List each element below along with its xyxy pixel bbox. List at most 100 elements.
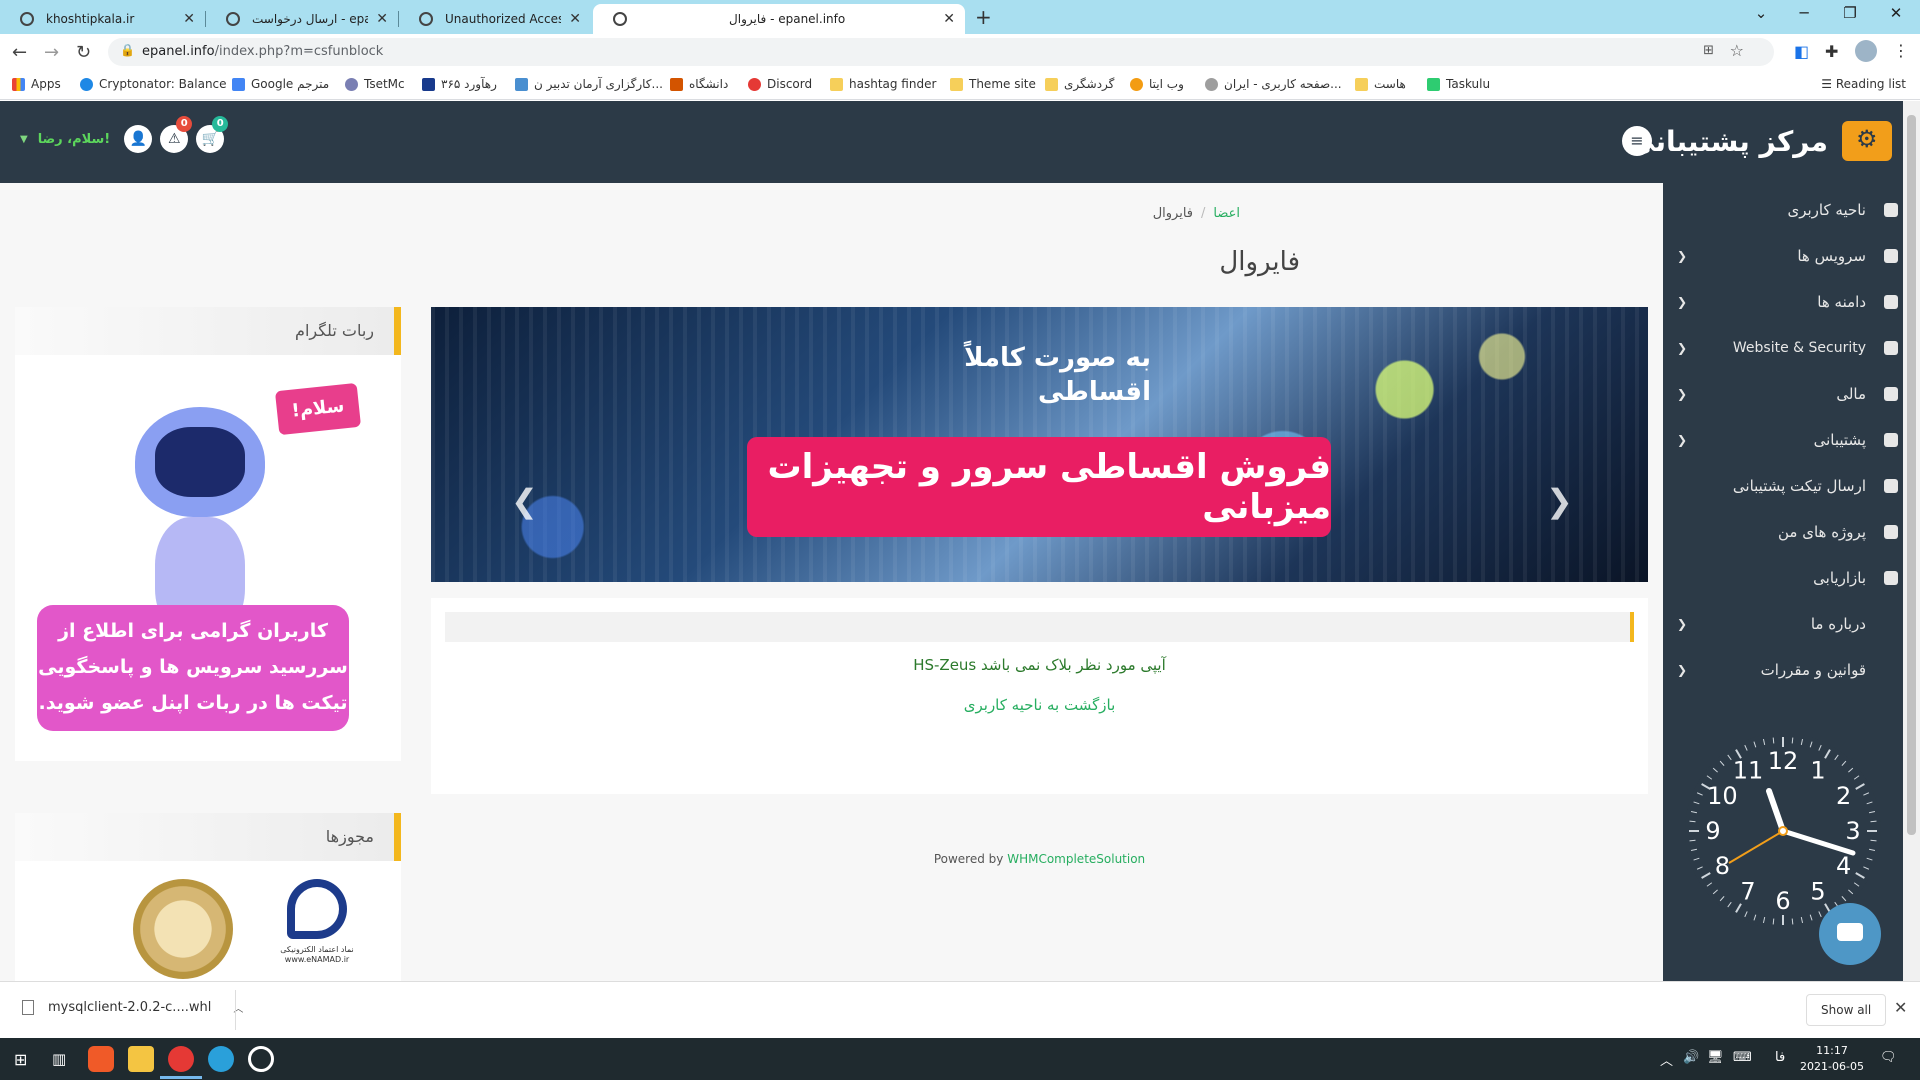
reading-list-button[interactable]: ☰ Reading list bbox=[1821, 77, 1906, 91]
profile-avatar[interactable] bbox=[1855, 40, 1877, 62]
back-icon[interactable]: ← bbox=[12, 42, 27, 63]
bookmark-item[interactable]: TsetMc bbox=[345, 77, 405, 91]
window-close-button[interactable]: ✕ bbox=[1873, 4, 1919, 22]
tab-firewall[interactable]: فایروال - epanel.info ✕ bbox=[593, 4, 965, 34]
chrome-menu-icon[interactable]: ⋮ bbox=[1893, 41, 1909, 60]
taskbar-date[interactable]: 2021-06-05 bbox=[1796, 1060, 1868, 1073]
sidebar-item-affiliates[interactable]: بازاریابی bbox=[1663, 555, 1920, 601]
language-indicator[interactable]: فا bbox=[1775, 1050, 1785, 1065]
sidebar-item-open-ticket[interactable]: ارسال تیکت پشتیبانی bbox=[1663, 463, 1920, 509]
brave-browser-icon[interactable] bbox=[88, 1046, 114, 1072]
translate-extension-icon[interactable]: ◧ bbox=[1794, 42, 1809, 61]
close-icon[interactable]: ✕ bbox=[943, 11, 955, 27]
promo-carousel[interactable]: به صورت کاملاً اقساطی فروش اقساطی سرور و… bbox=[431, 307, 1648, 582]
page-scrollbar[interactable] bbox=[1903, 101, 1920, 981]
notifications-icon[interactable]: 🗨 bbox=[1880, 1050, 1897, 1065]
bookmark-item[interactable]: Discord bbox=[748, 77, 812, 91]
bookmark-item[interactable]: کارگزاری آرمان تدبیر ن... bbox=[515, 77, 663, 91]
bookmark-folder[interactable]: Theme site bbox=[950, 77, 1036, 91]
tab-unauthorized[interactable]: Unauthorized Access ✕ bbox=[399, 4, 591, 34]
bookmark-item[interactable]: وب ایتا bbox=[1130, 77, 1184, 91]
chevron-left-icon: ❯ bbox=[1677, 295, 1688, 309]
live-chat-icon[interactable] bbox=[1819, 903, 1881, 965]
task-view-icon[interactable]: ▥ bbox=[52, 1050, 66, 1068]
samandehi-seal-icon[interactable] bbox=[133, 879, 233, 979]
close-icon[interactable]: ✕ bbox=[376, 11, 388, 27]
bookmark-item[interactable]: صفحه کاربری - ایران... bbox=[1205, 77, 1342, 91]
alert-badge: 0 bbox=[176, 116, 193, 132]
chevron-up-icon[interactable]: ︿ bbox=[1660, 1050, 1673, 1069]
back-to-client-area-link[interactable]: بازگشت به ناحیه کاربری bbox=[431, 696, 1648, 714]
bookmark-star-icon[interactable]: ☆ bbox=[1730, 41, 1744, 60]
breadcrumb-home-link[interactable]: اعضا bbox=[1213, 206, 1240, 221]
url-text: epanel.info/index.php?m=csfunblock bbox=[142, 44, 384, 59]
menu-toggle-icon[interactable]: ≡ bbox=[1622, 126, 1652, 156]
telegram-icon[interactable] bbox=[208, 1046, 234, 1072]
sidebar-item-services[interactable]: سرویس ها ❯ bbox=[1663, 233, 1920, 279]
bookmark-item[interactable]: Taskulu bbox=[1427, 77, 1490, 91]
reload-icon[interactable]: ↻ bbox=[76, 42, 91, 63]
minimize-button[interactable]: ─ bbox=[1781, 4, 1827, 22]
bookmark-item[interactable]: Cryptonator: Balance bbox=[80, 77, 227, 91]
bookmark-apps[interactable]: Apps bbox=[12, 77, 61, 91]
clock-tick bbox=[1689, 820, 1696, 823]
clock-tick bbox=[1791, 737, 1794, 744]
sidebar-item-label: مالی bbox=[1836, 385, 1866, 403]
sidebar-item-about[interactable]: درباره ما ❯ bbox=[1663, 601, 1920, 647]
globe-icon bbox=[613, 12, 627, 26]
scrollbar-thumb[interactable] bbox=[1907, 115, 1916, 835]
close-icon[interactable]: ✕ bbox=[569, 11, 581, 27]
clock-numeral: 1 bbox=[1810, 756, 1825, 784]
alert-icon[interactable]: ⚠ 0 bbox=[160, 116, 193, 153]
volume-icon[interactable]: 🔊 bbox=[1683, 1050, 1699, 1065]
sidebar-item-support[interactable]: پشتیبانی ❯ bbox=[1663, 417, 1920, 463]
tab-khoshtipkala[interactable]: khoshtipkala.ir ✕ bbox=[0, 4, 205, 34]
keyboard-icon[interactable]: ⌨ bbox=[1733, 1050, 1752, 1065]
bookmark-folder[interactable]: هاست bbox=[1355, 77, 1406, 91]
bookmark-item[interactable]: دانشگاه bbox=[670, 77, 728, 91]
new-tab-button[interactable]: + bbox=[975, 5, 992, 29]
clock-tick bbox=[1772, 918, 1775, 925]
enamad-logo[interactable]: نماد اعتماد الکترونیکی www.eNAMAD.ir bbox=[277, 879, 357, 979]
app-icon[interactable] bbox=[248, 1046, 274, 1072]
carousel-prev-icon[interactable]: ❮ bbox=[511, 482, 538, 520]
bookmark-folder[interactable]: hashtag finder bbox=[830, 77, 936, 91]
sidebar-item-billing[interactable]: مالی ❯ bbox=[1663, 371, 1920, 417]
network-icon[interactable]: 🖥 bbox=[1707, 1050, 1724, 1065]
cart-icon[interactable]: 🛒 0 bbox=[196, 116, 229, 153]
sidebar-item-rules[interactable]: قوانین و مقررات ❯ bbox=[1663, 647, 1920, 693]
forward-icon[interactable]: → bbox=[44, 42, 59, 63]
bookmark-item[interactable]: رهآورد ۳۶۵ bbox=[422, 77, 497, 91]
show-all-button[interactable]: Show all bbox=[1806, 994, 1887, 1026]
sidebar-item-client-area[interactable]: ناحیه کاربری bbox=[1663, 187, 1920, 233]
close-icon[interactable]: ✕ bbox=[183, 11, 195, 27]
download-item[interactable]: mysqlclient-2.0.2-c....whl ︿ bbox=[22, 1000, 243, 1015]
bookmark-folder[interactable]: گردشگری bbox=[1045, 77, 1114, 91]
chevron-left-icon: ❯ bbox=[1677, 433, 1688, 447]
windows-start-icon[interactable]: ⊞ bbox=[14, 1050, 27, 1069]
clock-numeral: 3 bbox=[1845, 817, 1860, 845]
taskbar-time[interactable]: 11:17 bbox=[1800, 1044, 1864, 1057]
bookmark-item[interactable]: Google مترجم bbox=[232, 77, 329, 91]
tab-search-icon[interactable]: ⌄ bbox=[1738, 4, 1784, 22]
url-input[interactable]: 🔒 epanel.info/index.php?m=csfunblock ⊞ ☆ bbox=[108, 38, 1774, 66]
translate-icon[interactable]: ⊞ bbox=[1703, 43, 1714, 58]
file-explorer-icon[interactable] bbox=[128, 1046, 154, 1072]
sidebar-item-website-security[interactable]: Website & Security ❯ bbox=[1663, 325, 1920, 371]
close-download-bar-icon[interactable]: ✕ bbox=[1894, 998, 1907, 1017]
restore-button[interactable]: ❐ bbox=[1827, 4, 1873, 22]
user-icon[interactable]: 👤 bbox=[124, 125, 153, 153]
extensions-icon[interactable]: ✚ bbox=[1825, 42, 1838, 61]
brand[interactable]: مرکز پشتیبانی bbox=[1627, 121, 1892, 161]
panel-title: مجوزها bbox=[325, 827, 374, 846]
user-greeting[interactable]: سلام، رضا! bbox=[38, 132, 111, 147]
sidebar-item-label: پروژه های من bbox=[1777, 523, 1866, 541]
chevron-down-icon[interactable]: ▼ bbox=[20, 134, 28, 145]
sidebar-item-domains[interactable]: دامنه ها ❯ bbox=[1663, 279, 1920, 325]
whmcs-link[interactable]: WHMCompleteSolution bbox=[1007, 852, 1145, 866]
tab-send-request[interactable]: ارسال درخواست - epanel.info ✕ bbox=[206, 4, 398, 34]
sidebar-item-projects[interactable]: پروژه های من bbox=[1663, 509, 1920, 555]
chrome-icon[interactable] bbox=[168, 1046, 194, 1072]
lock-icon[interactable]: 🔒 bbox=[120, 43, 135, 57]
carousel-next-icon[interactable]: ❯ bbox=[1546, 482, 1573, 520]
